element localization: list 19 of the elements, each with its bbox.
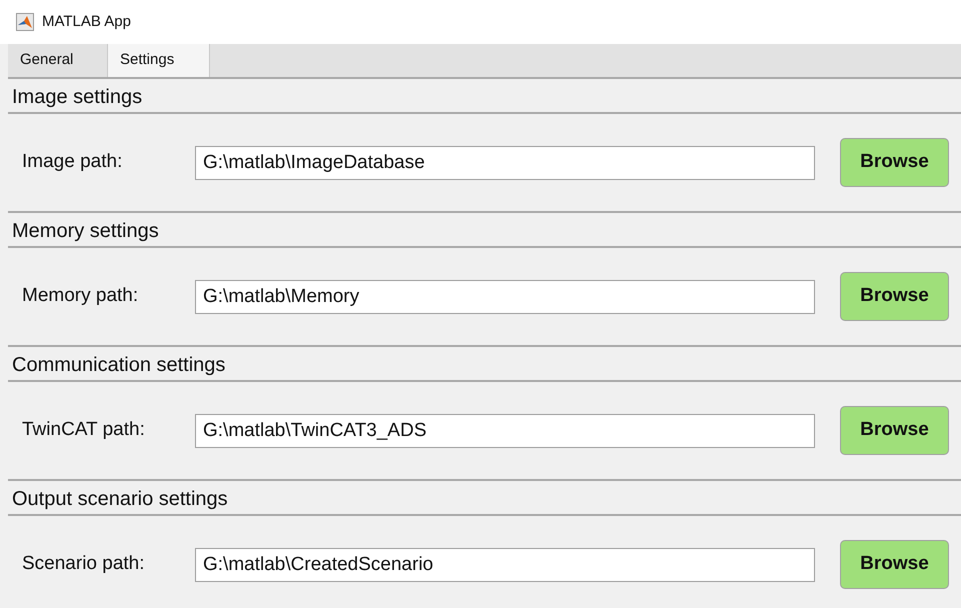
panel-title: Output scenario settings bbox=[8, 481, 961, 516]
path-field[interactable]: G:\matlab\ImageDatabase bbox=[195, 146, 815, 180]
window-title: MATLAB App bbox=[42, 12, 131, 32]
field-label: TwinCAT path: bbox=[22, 418, 146, 442]
app-logo-icon bbox=[16, 13, 34, 31]
tab[interactable]: Settings bbox=[108, 44, 210, 77]
browse-button[interactable]: Browse bbox=[840, 138, 949, 187]
path-field[interactable]: G:\matlab\TwinCAT3_ADS bbox=[195, 414, 815, 448]
field-label: Memory path: bbox=[22, 284, 140, 308]
panel-title: Communication settings bbox=[8, 347, 961, 382]
field-label: Image path: bbox=[22, 150, 124, 174]
browse-button[interactable]: Browse bbox=[840, 272, 949, 321]
browse-button[interactable]: Browse bbox=[840, 406, 949, 455]
path-field[interactable]: G:\matlab\Memory bbox=[195, 280, 815, 314]
path-field[interactable]: G:\matlab\CreatedScenario bbox=[195, 548, 815, 582]
field-label: Scenario path: bbox=[22, 552, 146, 576]
panel-title: Memory settings bbox=[8, 213, 961, 248]
browse-button[interactable]: Browse bbox=[840, 540, 949, 589]
panel-title: Image settings bbox=[8, 79, 961, 114]
